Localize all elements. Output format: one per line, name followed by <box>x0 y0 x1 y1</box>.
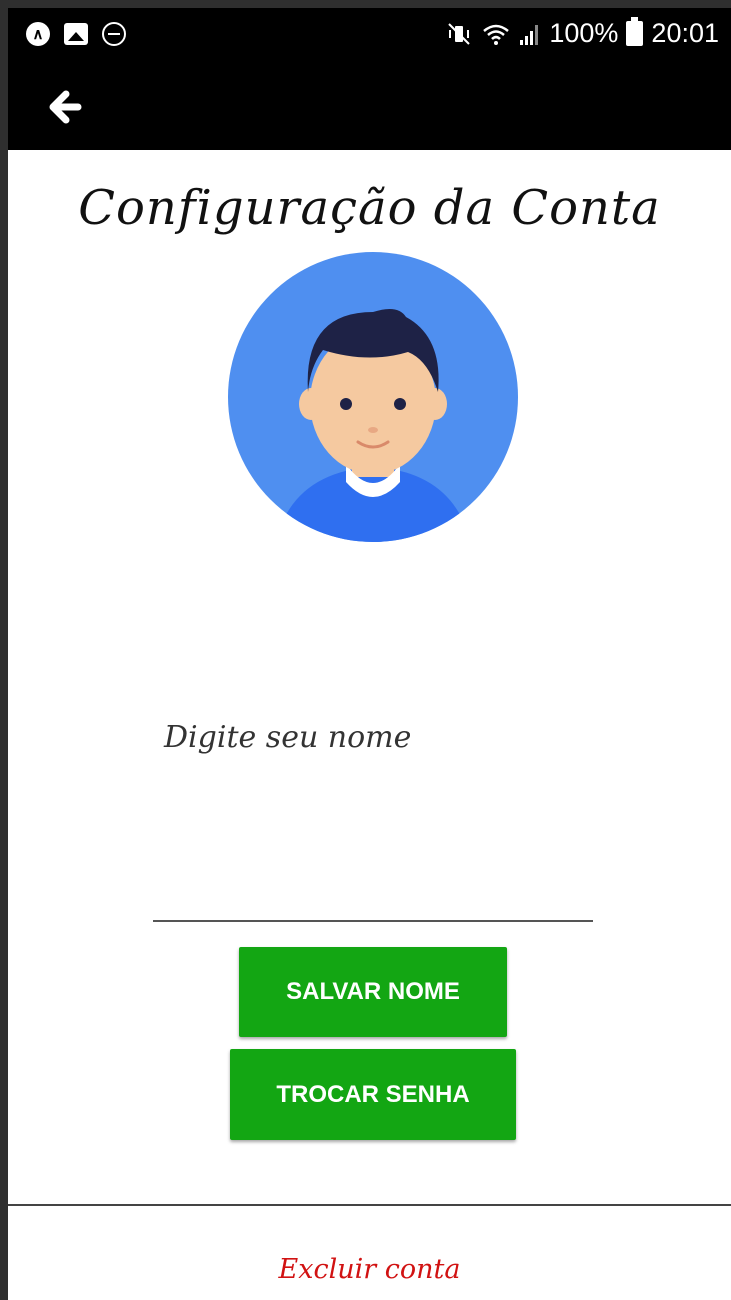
battery-percent: 100% <box>549 18 619 48</box>
phone-frame: ∧ 100% 20:01 Configuração da Conta Digit… <box>0 0 731 1300</box>
save-name-button[interactable]: SALVAR NOME <box>239 947 507 1037</box>
signal-icon <box>520 24 539 45</box>
android-auto-icon: ∧ <box>26 22 50 46</box>
page-title: Configuração da Conta <box>78 180 661 236</box>
delete-account-link[interactable]: Excluir conta <box>8 1254 731 1285</box>
mute-vibrate-icon <box>448 22 471 45</box>
clock: 20:01 <box>651 18 719 48</box>
status-bar: ∧ 100% 20:01 <box>8 8 731 64</box>
account-settings-screen: Configuração da Conta Digite seu nome SA… <box>8 150 731 1300</box>
battery-icon <box>626 17 644 46</box>
change-password-button[interactable]: TROCAR SENHA <box>230 1049 516 1140</box>
name-input-underline <box>153 920 593 922</box>
wifi-icon <box>483 24 510 45</box>
divider <box>8 1204 731 1206</box>
status-left-icons: ∧ <box>26 22 126 46</box>
app-bar <box>8 64 731 150</box>
arrow-left-icon[interactable] <box>42 82 92 132</box>
image-icon <box>64 23 88 45</box>
status-right-icons: 100% 20:01 <box>447 17 719 49</box>
user-avatar-icon[interactable] <box>228 252 518 542</box>
name-input[interactable]: Digite seu nome <box>164 720 411 755</box>
do-not-disturb-icon <box>102 22 126 46</box>
